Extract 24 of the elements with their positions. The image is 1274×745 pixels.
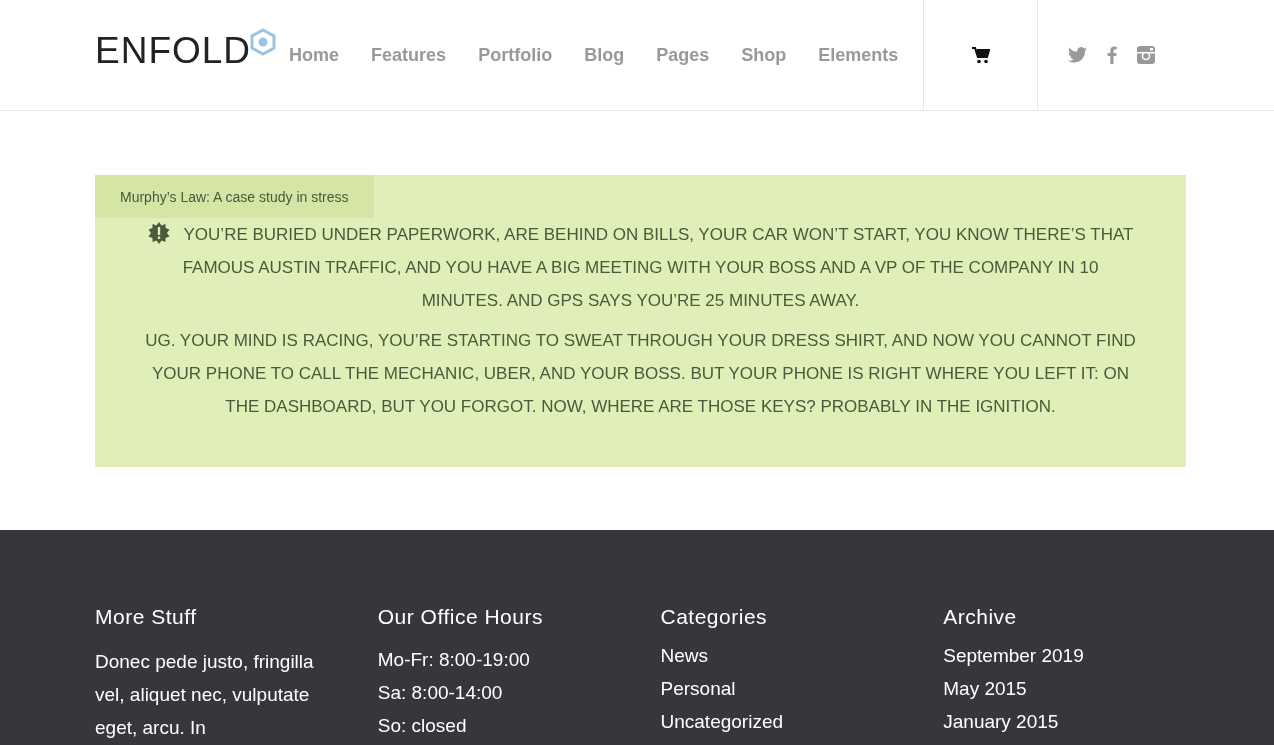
office-hours-line: So: closed [377, 714, 467, 738]
office-hours-line: Mo-Fr: 8:00-19:00 [377, 648, 530, 672]
footer-heading: Archive [943, 605, 1017, 629]
notice-paragraph: YOU’RE BURIED UNDER PAPERWORK, ARE BEHIND ON BILLS, YOUR CAR WON’T START, YOU KNOW THERE’S THAT FAMOUS AUSTIN TRAFFIC, AND YOU HAVE A BIG MEETING WITH YOUR BOSS AND A VP OF THE COMPANY IN 10 MINUTES. AND GPS SAYS YOU’RE 25 MINUTES AWAY. [140, 218, 1141, 317]
logo-text[interactable]: ENFOLD [95, 30, 252, 72]
footer-heading: More Stuff [95, 605, 197, 629]
instagram-icon[interactable] [1137, 46, 1156, 64]
facebook-icon[interactable] [1107, 46, 1118, 64]
footer-link[interactable]: Personal [660, 672, 736, 705]
notice-paragraph: UG. YOUR MIND IS RACING, YOU’RE STARTING TO SWEAT THROUGH YOUR DRESS SHIRT, AND NOW YOU CANNOT FIND YOUR PHONE TO CALL THE MECHANIC, UBER, AND YOUR BOSS. BUT YOUR PHONE IS RIGHT WHERE YOU LEFT IT: ON THE DASHBOARD, BUT YOU FORGOT. NOW, WHERE ARE THOSE KEYS? PROBABLY IN THE IGNITION. [144, 330, 1137, 418]
alert-icon [147, 222, 170, 244]
notice-title: Murphy’s Law: A case study in stress [95, 175, 374, 218]
footer-link[interactable]: Uncategorized [660, 705, 784, 738]
twitter-icon[interactable] [1068, 47, 1088, 63]
footer-link[interactable]: May 2015 [943, 672, 1027, 705]
footer-link[interactable]: January 2015 [943, 705, 1059, 738]
office-hours-line: Sa: 8:00-14:00 [377, 681, 503, 705]
hexagon-icon [249, 28, 278, 56]
footer-heading: Our Office Hours [377, 605, 543, 629]
footer-text: Donec pede justo, fringilla vel, aliquet nec, vulputate eget, arcu. In [95, 650, 315, 740]
footer-link[interactable]: September 2019 [943, 639, 1084, 672]
cart-icon[interactable] [971, 46, 990, 64]
footer-heading: Categories [660, 605, 768, 629]
footer-link[interactable]: News [660, 639, 708, 672]
